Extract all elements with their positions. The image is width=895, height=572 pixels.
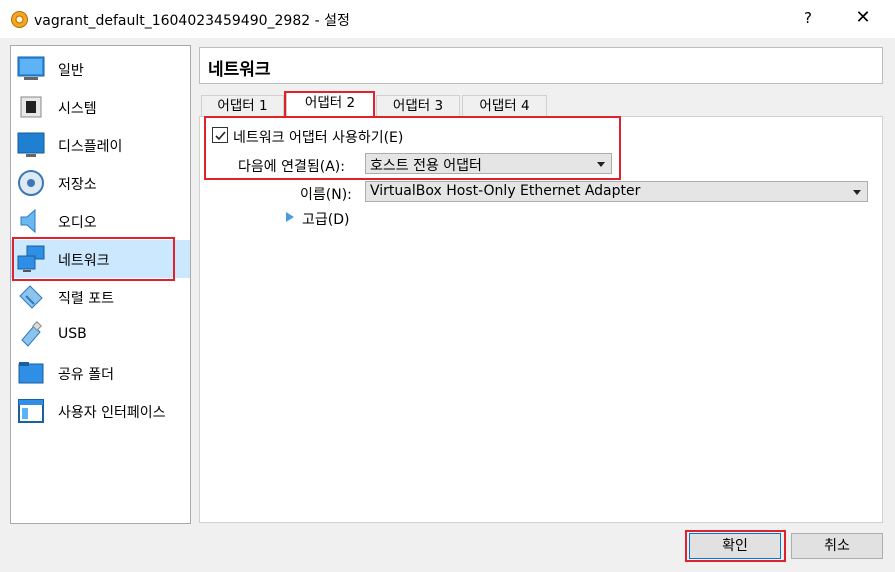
title-bar: vagrant_default_1604023459490_2982 - 설정 … — [0, 0, 895, 38]
adapter-name-value: VirtualBox Host-Only Ethernet Adapter — [370, 183, 641, 199]
tab-adapter-4[interactable]: 어댑터 4 — [462, 95, 547, 117]
ok-button[interactable]: 확인 — [689, 533, 781, 559]
sidebar-item-general[interactable]: 일반 — [11, 50, 190, 88]
name-label: 이름(N): — [300, 187, 352, 203]
close-button[interactable]: ✕ — [852, 6, 874, 30]
sidebar-item-serial-port[interactable]: 직렬 포트 — [11, 278, 190, 316]
section-header: 네트워크 — [199, 47, 883, 84]
expand-arrow-icon[interactable] — [286, 212, 294, 222]
adapter-name-select[interactable]: VirtualBox Host-Only Ethernet Adapter — [365, 181, 868, 202]
sidebar-item-label: 오디오 — [58, 215, 97, 231]
sidebar-item-label: 직렬 포트 — [58, 291, 114, 307]
sidebar-item-label: 저장소 — [58, 177, 97, 193]
attached-to-label: 다음에 연결됨(A): — [238, 159, 345, 175]
virtualbox-app-icon — [11, 11, 28, 28]
section-title: 네트워크 — [208, 60, 271, 80]
sidebar-item-audio[interactable]: 오디오 — [11, 202, 190, 240]
tab-adapter-1[interactable]: 어댑터 1 — [201, 95, 284, 117]
serial-port-icon — [19, 285, 43, 309]
chevron-down-icon — [597, 162, 605, 167]
shared-folder-icon — [18, 362, 44, 384]
sidebar-item-label: 네트워크 — [58, 253, 110, 269]
sidebar-item-label: 공유 폴더 — [58, 367, 114, 383]
sidebar-item-user-interface[interactable]: 사용자 인터페이스 — [11, 392, 190, 430]
cancel-button[interactable]: 취소 — [791, 533, 883, 559]
attached-to-value: 호스트 전용 어댑터 — [370, 158, 482, 174]
sidebar-item-network[interactable]: 네트워크 — [11, 240, 190, 278]
sidebar-item-label: 사용자 인터페이스 — [58, 405, 166, 421]
sidebar-item-label: 시스템 — [58, 101, 97, 117]
window-title: vagrant_default_1604023459490_2982 - 설정 — [34, 13, 350, 29]
user-interface-icon — [18, 399, 44, 423]
enable-adapter-label[interactable]: 네트워크 어댑터 사용하기(E) — [233, 127, 403, 147]
help-button[interactable]: ? — [800, 9, 816, 29]
tab-adapter-2[interactable]: 어댑터 2 — [286, 92, 374, 117]
network-icon — [17, 245, 45, 272]
monitor-icon — [17, 56, 45, 80]
sidebar-item-shared-folder[interactable]: 공유 폴더 — [11, 354, 190, 392]
sidebar-item-display[interactable]: 디스플레이 — [11, 126, 190, 164]
advanced-toggle[interactable]: 고급(D) — [302, 209, 349, 229]
checkmark-icon — [215, 131, 226, 141]
sidebar-item-label: USB — [58, 326, 87, 342]
sidebar-item-usb[interactable]: USB — [11, 316, 190, 354]
sidebar-item-system[interactable]: 시스템 — [11, 88, 190, 126]
sidebar-item-label: 일반 — [58, 63, 84, 79]
adapter-panel — [199, 116, 883, 523]
display-icon — [17, 132, 45, 157]
enable-adapter-checkbox[interactable] — [212, 127, 228, 143]
settings-sidebar: 일반 시스템 디스플레이 저장소 오디오 네트워크 직렬 포트 USB 공유 폴… — [10, 45, 191, 524]
sidebar-item-storage[interactable]: 저장소 — [11, 164, 190, 202]
tab-adapter-3[interactable]: 어댑터 3 — [376, 95, 460, 117]
chevron-down-icon — [853, 190, 861, 195]
chip-icon — [20, 96, 42, 118]
sidebar-item-label: 디스플레이 — [58, 139, 123, 155]
storage-disk-icon — [18, 170, 44, 196]
attached-to-select[interactable]: 호스트 전용 어댑터 — [365, 153, 612, 174]
speaker-icon — [20, 208, 36, 234]
usb-icon — [21, 321, 42, 347]
